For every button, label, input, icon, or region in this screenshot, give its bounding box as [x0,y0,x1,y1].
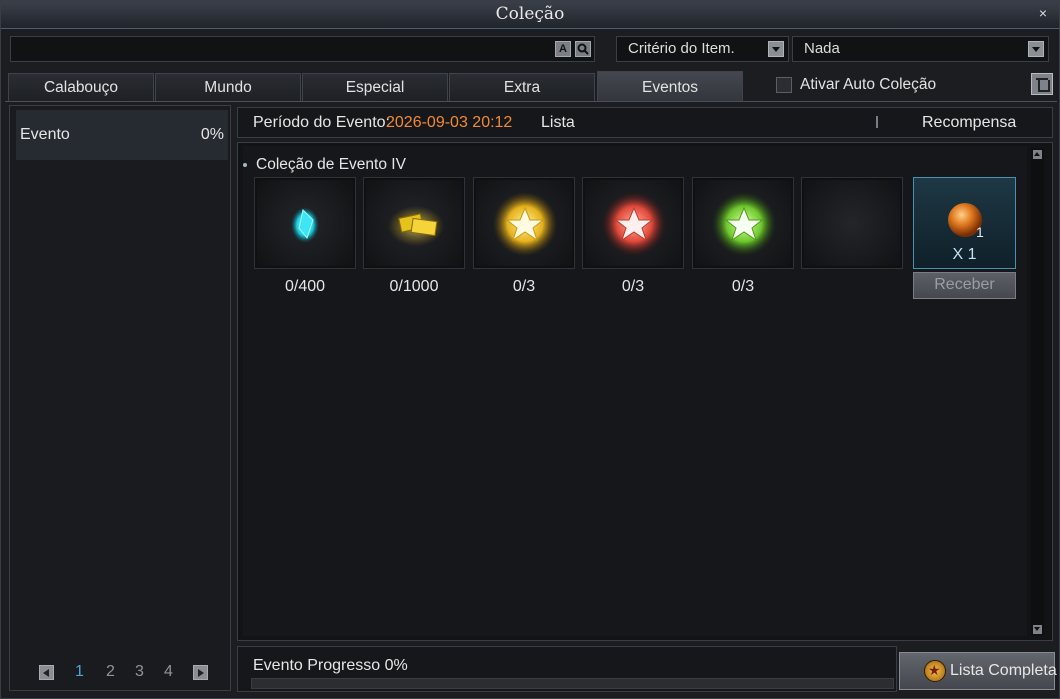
auto-collection-label: Ativar Auto Coleção [800,76,937,93]
page-3[interactable]: 3 [135,663,144,681]
event-header: Período do Evento: 2026-09-03 20:12 List… [237,107,1053,138]
search-input[interactable]: A [10,36,595,62]
tab-divider [5,101,1057,102]
slot-background [804,180,900,266]
tab-extra[interactable]: Extra [449,73,595,101]
item-progress: 0/3 [731,278,755,295]
trash-icon[interactable] [1031,73,1053,95]
filter-value: Nada [804,40,840,57]
reward-column-label: Recompensa [922,114,1017,131]
list-scrollbar[interactable] [1031,148,1044,636]
column-separator [876,116,878,128]
green-star-orb-icon [712,192,776,256]
window-title: Coleção [495,4,565,24]
gold-tickets-icon [388,206,444,246]
collection-slot-1[interactable] [254,177,356,269]
slot-background [585,180,681,266]
receive-button[interactable]: Receber [913,272,1016,299]
tab-especial[interactable]: Especial [302,73,448,101]
slot-background [476,180,572,266]
item-criteria-value: Critério do Item. [628,40,735,57]
tab-mundo[interactable]: Mundo [155,73,301,101]
reward-slot[interactable]: 1 X 1 [913,177,1016,269]
close-icon[interactable]: × [1039,5,1047,21]
event-period-label: Período do Evento: [253,114,390,131]
item-progress: 0/1000 [389,278,439,295]
event-period-date: 2026-09-03 20:12 [386,114,513,131]
chevron-down-icon[interactable] [768,41,784,57]
list-item-percent: 0% [200,126,224,143]
red-star-orb-icon [602,192,666,256]
collection-window: Coleção × A Critério do Item. Nada Calab… [0,0,1060,699]
item-progress: 0/3 [512,278,536,295]
star-icon [924,660,946,682]
event-progress-label: Evento Progresso 0% [253,657,408,674]
collection-slot-2[interactable] [363,177,465,269]
tab-calabouco[interactable]: Calabouço [8,73,154,101]
slot-background [695,180,791,266]
reward-quantity: X 1 [952,246,977,263]
collection-slot-4[interactable] [582,177,684,269]
full-list-label: Lista Completa [950,662,1057,679]
collection-slot-6-empty [801,177,903,269]
item-progress: 0/3 [621,278,645,295]
slot-background [257,180,353,266]
collection-title: Coleção de Evento IV [243,156,406,173]
gold-star-orb-icon [493,192,557,256]
collection-slot-3[interactable] [473,177,575,269]
event-progress-panel: Evento Progresso 0% [237,646,897,692]
auto-collection-checkbox[interactable] [776,77,792,93]
page-next-button[interactable] [193,665,208,680]
scroll-up-icon[interactable] [1033,150,1042,159]
list-item-label: Evento [20,126,70,143]
search-icon[interactable] [575,41,591,57]
filter-dropdown[interactable]: Nada [792,36,1049,62]
cyan-crystal-icon [291,207,319,243]
page-prev-button[interactable] [39,665,54,680]
item-progress: 0/400 [284,278,326,295]
title-bar: Coleção × [1,1,1059,29]
list-item-evento[interactable]: Evento 0% [16,110,228,160]
category-list-panel: Evento 0% [9,105,231,691]
event-progress-bar [251,678,894,689]
scroll-down-icon[interactable] [1033,625,1042,634]
list-column-label: Lista [541,114,575,131]
page-1[interactable]: 1 [75,663,84,681]
chevron-down-icon[interactable] [1028,41,1044,57]
reward-badge: 1 [976,224,984,240]
page-4[interactable]: 4 [164,663,173,681]
slot-background [366,180,462,266]
full-list-button[interactable]: Lista Completa [899,652,1057,690]
page-2[interactable]: 2 [106,663,115,681]
item-criteria-dropdown[interactable]: Critério do Item. [616,36,789,62]
tab-eventos[interactable]: Eventos [597,71,743,101]
alphabet-sort-button[interactable]: A [555,41,571,57]
collection-slot-5[interactable] [692,177,794,269]
